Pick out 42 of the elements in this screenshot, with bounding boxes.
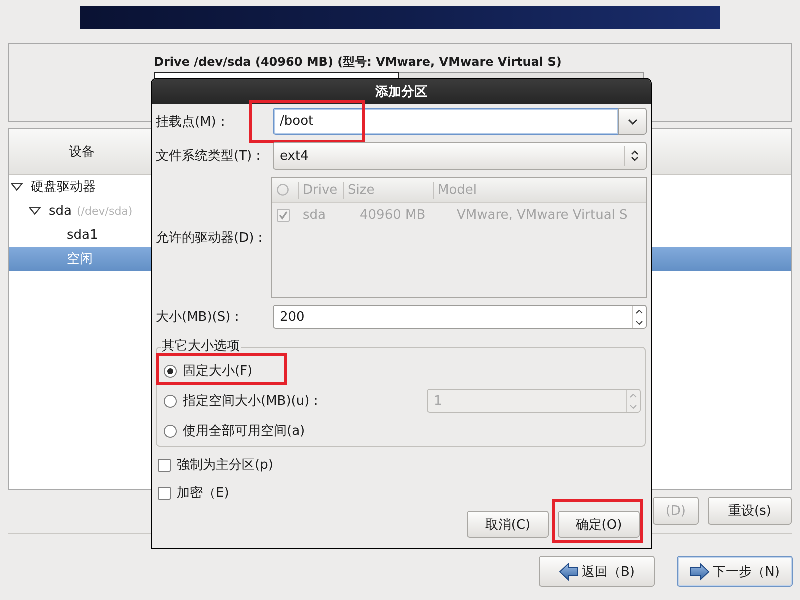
- checkbox-label: 加密（E): [177, 485, 230, 502]
- checkbox[interactable]: [158, 486, 171, 500]
- triangle-down-icon[interactable]: [11, 183, 23, 191]
- radio-button[interactable]: [164, 424, 177, 438]
- option-label: 指定空间大小(MB)(u)：: [183, 393, 323, 410]
- chevron-down-icon[interactable]: [628, 118, 638, 124]
- field-label: 文件系统类型(T)：: [156, 148, 266, 165]
- chevron-up-icon[interactable]: [636, 310, 643, 314]
- next-button[interactable]: 下一步（N): [677, 556, 793, 587]
- text-field[interactable]: /boot: [273, 108, 618, 135]
- triangle-down-icon[interactable]: [29, 207, 41, 215]
- back-button[interactable]: 返回（B): [539, 556, 655, 587]
- chevron-down-icon[interactable]: [636, 320, 643, 324]
- option-label: 使用全部可用空间(a): [183, 423, 306, 440]
- table-cell: VMware, VMware Virtual S: [457, 208, 628, 222]
- tree-item[interactable]: sda (/dev/sda): [9, 199, 151, 223]
- dialog-title: 添加分区: [376, 84, 428, 100]
- device-path: (/dev/sda): [77, 204, 133, 218]
- radio-button[interactable]: [164, 364, 177, 378]
- tree-item[interactable]: sda1: [9, 223, 151, 247]
- column-header[interactable]: 设备: [9, 142, 155, 160]
- field-label: 大小(MB)(S)：: [156, 309, 244, 326]
- checkbox-label: 強制为主分区(p): [177, 457, 274, 474]
- radio-button[interactable]: [164, 394, 177, 408]
- number-field[interactable]: 200: [273, 305, 647, 329]
- field-label: 允许的驱动器(D)：: [156, 230, 268, 246]
- field-label: 挂载点(M)：: [156, 114, 230, 130]
- action-button[interactable]: 重设(s): [708, 497, 792, 525]
- tree-item[interactable]: 硬盘驱动器: [9, 175, 151, 199]
- arrow-right-icon: [690, 562, 710, 580]
- arrow-left-icon: [559, 562, 579, 580]
- table-cell: sda: [303, 208, 326, 222]
- dialog-button[interactable]: 取消(C): [467, 511, 549, 538]
- table-cell: 40960 MB: [360, 208, 426, 222]
- circle-icon: [277, 184, 289, 196]
- drive-title: Drive /dev/sda (40960 MB) (型号: VMware, VMware Virtual S): [154, 55, 562, 70]
- option-label: 固定大小(F): [183, 363, 253, 380]
- select-dropdown[interactable]: ext4: [273, 142, 647, 170]
- dialog-button[interactable]: 确定(O): [558, 511, 640, 538]
- dropdown-button[interactable]: [618, 108, 647, 135]
- up-down-chevron-icon: [631, 150, 639, 162]
- checkbox[interactable]: [158, 458, 171, 472]
